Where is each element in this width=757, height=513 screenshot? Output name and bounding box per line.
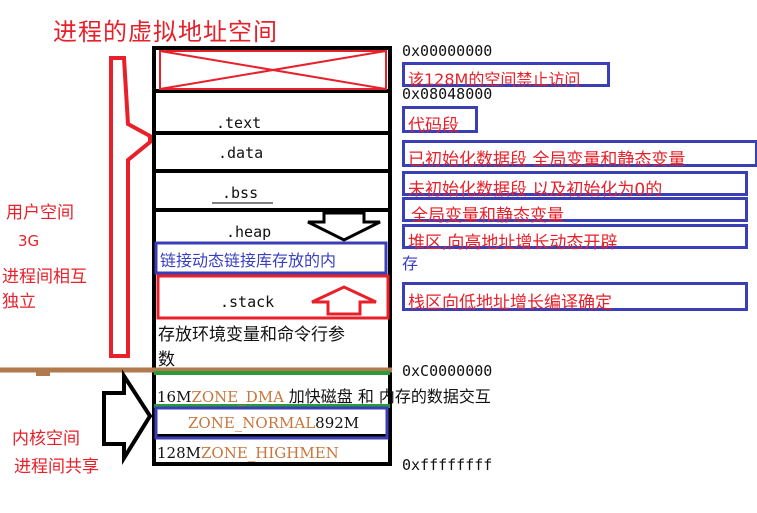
address-end: 0xffffffff xyxy=(402,456,493,474)
zone-highmem-size: 128M xyxy=(157,444,201,462)
address-kernel-start: 0xC0000000 xyxy=(402,362,493,380)
heap-note: 堆区,向高地址增长动态开辟 xyxy=(408,233,618,253)
user-space-note-2: 独立 xyxy=(2,292,36,312)
stack-note-box: 栈区向低地址增长编译确定 xyxy=(402,282,748,313)
bss-note2-box: 全局变量和静态变量 xyxy=(402,197,748,226)
address-start: 0x00000000 xyxy=(402,42,493,60)
kernel-space-label: 内核空间 xyxy=(12,429,80,449)
forbidden-note: 该128M的空间禁止访问 xyxy=(408,70,581,89)
bss-note-box: 未初始化数据段 以及初始化为0的 xyxy=(402,171,748,200)
code-note-box: 代码段 xyxy=(402,106,478,136)
zone-dma-name: ZONE_DMA xyxy=(191,388,284,406)
forbidden-note-box: 该128M的空间禁止访问 xyxy=(402,62,610,89)
data-note: 已初始化数据段 全局变量和静态变量 xyxy=(408,150,686,170)
env-label-line1: 存放环境变量和命令行参 xyxy=(158,325,345,345)
stack-grow-arrow xyxy=(311,285,377,316)
zone-normal-size: 892M xyxy=(315,414,360,432)
segment-data: .data xyxy=(218,144,264,162)
data-note-box: 已初始化数据段 全局变量和静态变量 xyxy=(402,140,757,170)
zone-dma-note: 加快磁盘 和 内存的数据交互 xyxy=(288,387,491,406)
env-label-line2: 数 xyxy=(158,350,175,370)
user-space-size: 3G xyxy=(18,232,40,250)
zone-normal: ZONE_NORMAL892M xyxy=(188,414,359,432)
shared-lib-label-tail: 存 xyxy=(402,254,419,273)
user-space-note-1: 进程间相互 xyxy=(2,267,87,287)
segment-stack: .stack xyxy=(220,293,275,311)
zone-highmem-name: ZONE_HIGHMEN xyxy=(201,444,339,462)
kernel-space-note: 进程间共享 xyxy=(14,457,99,477)
bss-note2: 全局变量和静态变量 xyxy=(411,206,564,226)
user-space-label: 用户空间 xyxy=(6,203,74,223)
segment-heap: .heap xyxy=(226,223,272,241)
forbidden-cross xyxy=(159,50,387,90)
page-title: 进程的虚拟地址空间 xyxy=(53,18,278,46)
memory-diagram-graphics xyxy=(0,46,392,466)
user-space-arrow xyxy=(109,56,152,358)
zone-normal-name: ZONE_NORMAL xyxy=(188,414,316,432)
heap-note-box: 堆区,向高地址增长动态开辟 xyxy=(402,224,748,253)
shared-lib-label: 链接动态链接库存放的内 xyxy=(160,251,337,270)
heap-grow-arrow xyxy=(307,211,381,242)
code-note: 代码段 xyxy=(408,116,459,136)
segment-bss: .bss xyxy=(222,184,259,202)
segment-text: .text xyxy=(216,114,262,132)
zone-dma-size: 16M xyxy=(157,388,192,406)
zone-dma: 16MZONE_DMA 加快磁盘 和 内存的数据交互 xyxy=(157,383,491,407)
kernel-space-arrow xyxy=(102,369,153,466)
stack-note: 栈区向低地址增长编译确定 xyxy=(408,293,612,313)
zone-highmem: 128MZONE_HIGHMEN xyxy=(157,444,339,462)
